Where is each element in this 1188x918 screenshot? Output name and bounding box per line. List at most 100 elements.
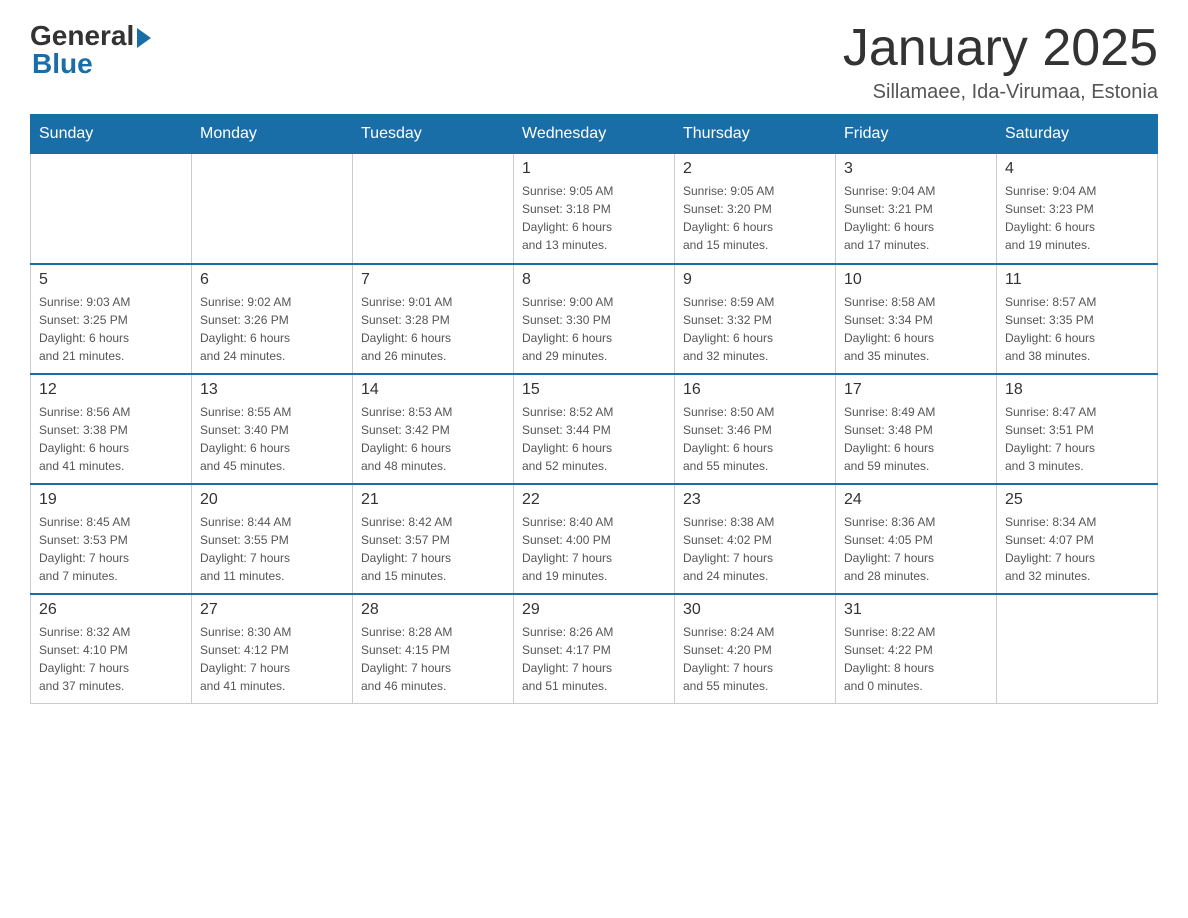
day-info: Sunrise: 8:28 AM Sunset: 4:15 PM Dayligh… xyxy=(361,623,505,695)
day-number: 21 xyxy=(361,491,505,509)
calendar-cell: 19 Sunrise: 8:45 AM Sunset: 3:53 PM Dayli… xyxy=(31,484,192,594)
calendar-cell: 25 Sunrise: 8:34 AM Sunset: 4:07 PM Dayli… xyxy=(997,484,1158,594)
day-info: Sunrise: 8:45 AM Sunset: 3:53 PM Dayligh… xyxy=(39,513,183,585)
page-title: January 2025 xyxy=(843,20,1158,77)
day-info: Sunrise: 8:53 AM Sunset: 3:42 PM Dayligh… xyxy=(361,403,505,475)
day-number: 22 xyxy=(522,491,666,509)
calendar-cell: 23 Sunrise: 8:38 AM Sunset: 4:02 PM Dayli… xyxy=(675,484,836,594)
calendar-cell xyxy=(353,154,514,264)
day-info: Sunrise: 8:34 AM Sunset: 4:07 PM Dayligh… xyxy=(1005,513,1149,585)
logo-arrow-icon xyxy=(137,28,151,48)
day-number: 27 xyxy=(200,601,344,619)
calendar-header-sunday: Sunday xyxy=(31,115,192,154)
day-number: 9 xyxy=(683,271,827,289)
day-number: 31 xyxy=(844,601,988,619)
day-info: Sunrise: 9:00 AM Sunset: 3:30 PM Dayligh… xyxy=(522,293,666,365)
day-info: Sunrise: 8:44 AM Sunset: 3:55 PM Dayligh… xyxy=(200,513,344,585)
calendar-cell: 13 Sunrise: 8:55 AM Sunset: 3:40 PM Dayli… xyxy=(192,374,353,484)
day-info: Sunrise: 8:26 AM Sunset: 4:17 PM Dayligh… xyxy=(522,623,666,695)
calendar-table: SundayMondayTuesdayWednesdayThursdayFrid… xyxy=(30,114,1158,704)
day-number: 26 xyxy=(39,601,183,619)
calendar-cell: 18Sunrise: 8:47 AM Sunset: 3:51 PM Dayli… xyxy=(997,374,1158,484)
day-info: Sunrise: 9:01 AM Sunset: 3:28 PM Dayligh… xyxy=(361,293,505,365)
calendar-header-row: SundayMondayTuesdayWednesdayThursdayFrid… xyxy=(31,115,1158,154)
day-number: 7 xyxy=(361,271,505,289)
day-info: Sunrise: 8:38 AM Sunset: 4:02 PM Dayligh… xyxy=(683,513,827,585)
calendar-cell: 5Sunrise: 9:03 AM Sunset: 3:25 PM Daylig… xyxy=(31,264,192,374)
calendar-cell: 22 Sunrise: 8:40 AM Sunset: 4:00 PM Dayli… xyxy=(514,484,675,594)
day-number: 10 xyxy=(844,271,988,289)
calendar-cell: 15 Sunrise: 8:52 AM Sunset: 3:44 PM Dayli… xyxy=(514,374,675,484)
day-number: 6 xyxy=(200,271,344,289)
calendar-cell: 6Sunrise: 9:02 AM Sunset: 3:26 PM Daylig… xyxy=(192,264,353,374)
calendar-header-saturday: Saturday xyxy=(997,115,1158,154)
day-info: Sunrise: 8:22 AM Sunset: 4:22 PM Dayligh… xyxy=(844,623,988,695)
calendar-header-wednesday: Wednesday xyxy=(514,115,675,154)
day-number: 15 xyxy=(522,381,666,399)
calendar-cell: 27 Sunrise: 8:30 AM Sunset: 4:12 PM Dayli… xyxy=(192,594,353,704)
calendar-cell: 8 Sunrise: 9:00 AM Sunset: 3:30 PM Daylig… xyxy=(514,264,675,374)
day-number: 24 xyxy=(844,491,988,509)
day-info: Sunrise: 8:40 AM Sunset: 4:00 PM Dayligh… xyxy=(522,513,666,585)
calendar-cell: 16 Sunrise: 8:50 AM Sunset: 3:46 PM Dayli… xyxy=(675,374,836,484)
logo-blue: Blue xyxy=(30,48,93,80)
calendar-header-thursday: Thursday xyxy=(675,115,836,154)
day-info: Sunrise: 8:36 AM Sunset: 4:05 PM Dayligh… xyxy=(844,513,988,585)
subtitle: Sillamaee, Ida-Virumaa, Estonia xyxy=(843,81,1158,104)
day-number: 30 xyxy=(683,601,827,619)
calendar-cell: 30Sunrise: 8:24 AM Sunset: 4:20 PM Dayli… xyxy=(675,594,836,704)
calendar-week-5: 26 Sunrise: 8:32 AM Sunset: 4:10 PM Dayli… xyxy=(31,594,1158,704)
title-section: January 2025 Sillamaee, Ida-Virumaa, Est… xyxy=(843,20,1158,104)
calendar-cell: 31 Sunrise: 8:22 AM Sunset: 4:22 PM Dayli… xyxy=(836,594,997,704)
day-number: 3 xyxy=(844,160,988,178)
calendar-cell: 21 Sunrise: 8:42 AM Sunset: 3:57 PM Dayli… xyxy=(353,484,514,594)
day-info: Sunrise: 8:30 AM Sunset: 4:12 PM Dayligh… xyxy=(200,623,344,695)
day-info: Sunrise: 8:59 AM Sunset: 3:32 PM Dayligh… xyxy=(683,293,827,365)
day-info: Sunrise: 9:04 AM Sunset: 3:21 PM Dayligh… xyxy=(844,182,988,254)
day-number: 20 xyxy=(200,491,344,509)
day-info: Sunrise: 8:50 AM Sunset: 3:46 PM Dayligh… xyxy=(683,403,827,475)
day-number: 29 xyxy=(522,601,666,619)
calendar-cell xyxy=(997,594,1158,704)
day-number: 12 xyxy=(39,381,183,399)
day-number: 4 xyxy=(1005,160,1149,178)
calendar-cell: 11Sunrise: 8:57 AM Sunset: 3:35 PM Dayli… xyxy=(997,264,1158,374)
calendar-week-1: 1 Sunrise: 9:05 AM Sunset: 3:18 PM Daylig… xyxy=(31,154,1158,264)
day-number: 19 xyxy=(39,491,183,509)
day-number: 23 xyxy=(683,491,827,509)
calendar-cell: 1 Sunrise: 9:05 AM Sunset: 3:18 PM Daylig… xyxy=(514,154,675,264)
calendar-week-2: 5Sunrise: 9:03 AM Sunset: 3:25 PM Daylig… xyxy=(31,264,1158,374)
day-info: Sunrise: 8:52 AM Sunset: 3:44 PM Dayligh… xyxy=(522,403,666,475)
calendar-cell: 14 Sunrise: 8:53 AM Sunset: 3:42 PM Dayli… xyxy=(353,374,514,484)
calendar-cell: 2 Sunrise: 9:05 AM Sunset: 3:20 PM Daylig… xyxy=(675,154,836,264)
calendar-cell: 26 Sunrise: 8:32 AM Sunset: 4:10 PM Dayli… xyxy=(31,594,192,704)
calendar-cell: 12Sunrise: 8:56 AM Sunset: 3:38 PM Dayli… xyxy=(31,374,192,484)
calendar-cell: 28 Sunrise: 8:28 AM Sunset: 4:15 PM Dayli… xyxy=(353,594,514,704)
calendar-cell: 24 Sunrise: 8:36 AM Sunset: 4:05 PM Dayli… xyxy=(836,484,997,594)
day-number: 14 xyxy=(361,381,505,399)
calendar-cell: 10 Sunrise: 8:58 AM Sunset: 3:34 PM Dayli… xyxy=(836,264,997,374)
calendar-cell: 9 Sunrise: 8:59 AM Sunset: 3:32 PM Daylig… xyxy=(675,264,836,374)
day-info: Sunrise: 9:05 AM Sunset: 3:20 PM Dayligh… xyxy=(683,182,827,254)
day-number: 1 xyxy=(522,160,666,178)
calendar-cell xyxy=(31,154,192,264)
day-number: 11 xyxy=(1005,271,1149,289)
day-info: Sunrise: 8:55 AM Sunset: 3:40 PM Dayligh… xyxy=(200,403,344,475)
day-number: 8 xyxy=(522,271,666,289)
calendar-cell: 7 Sunrise: 9:01 AM Sunset: 3:28 PM Daylig… xyxy=(353,264,514,374)
page-header: General Blue January 2025 Sillamaee, Ida… xyxy=(30,20,1158,104)
day-info: Sunrise: 8:47 AM Sunset: 3:51 PM Dayligh… xyxy=(1005,403,1149,475)
calendar-cell: 29 Sunrise: 8:26 AM Sunset: 4:17 PM Dayli… xyxy=(514,594,675,704)
day-number: 25 xyxy=(1005,491,1149,509)
calendar-header-tuesday: Tuesday xyxy=(353,115,514,154)
day-info: Sunrise: 9:05 AM Sunset: 3:18 PM Dayligh… xyxy=(522,182,666,254)
day-number: 2 xyxy=(683,160,827,178)
day-number: 28 xyxy=(361,601,505,619)
calendar-header-monday: Monday xyxy=(192,115,353,154)
day-info: Sunrise: 8:58 AM Sunset: 3:34 PM Dayligh… xyxy=(844,293,988,365)
day-info: Sunrise: 8:49 AM Sunset: 3:48 PM Dayligh… xyxy=(844,403,988,475)
day-number: 13 xyxy=(200,381,344,399)
day-info: Sunrise: 8:42 AM Sunset: 3:57 PM Dayligh… xyxy=(361,513,505,585)
day-number: 16 xyxy=(683,381,827,399)
day-info: Sunrise: 8:32 AM Sunset: 4:10 PM Dayligh… xyxy=(39,623,183,695)
